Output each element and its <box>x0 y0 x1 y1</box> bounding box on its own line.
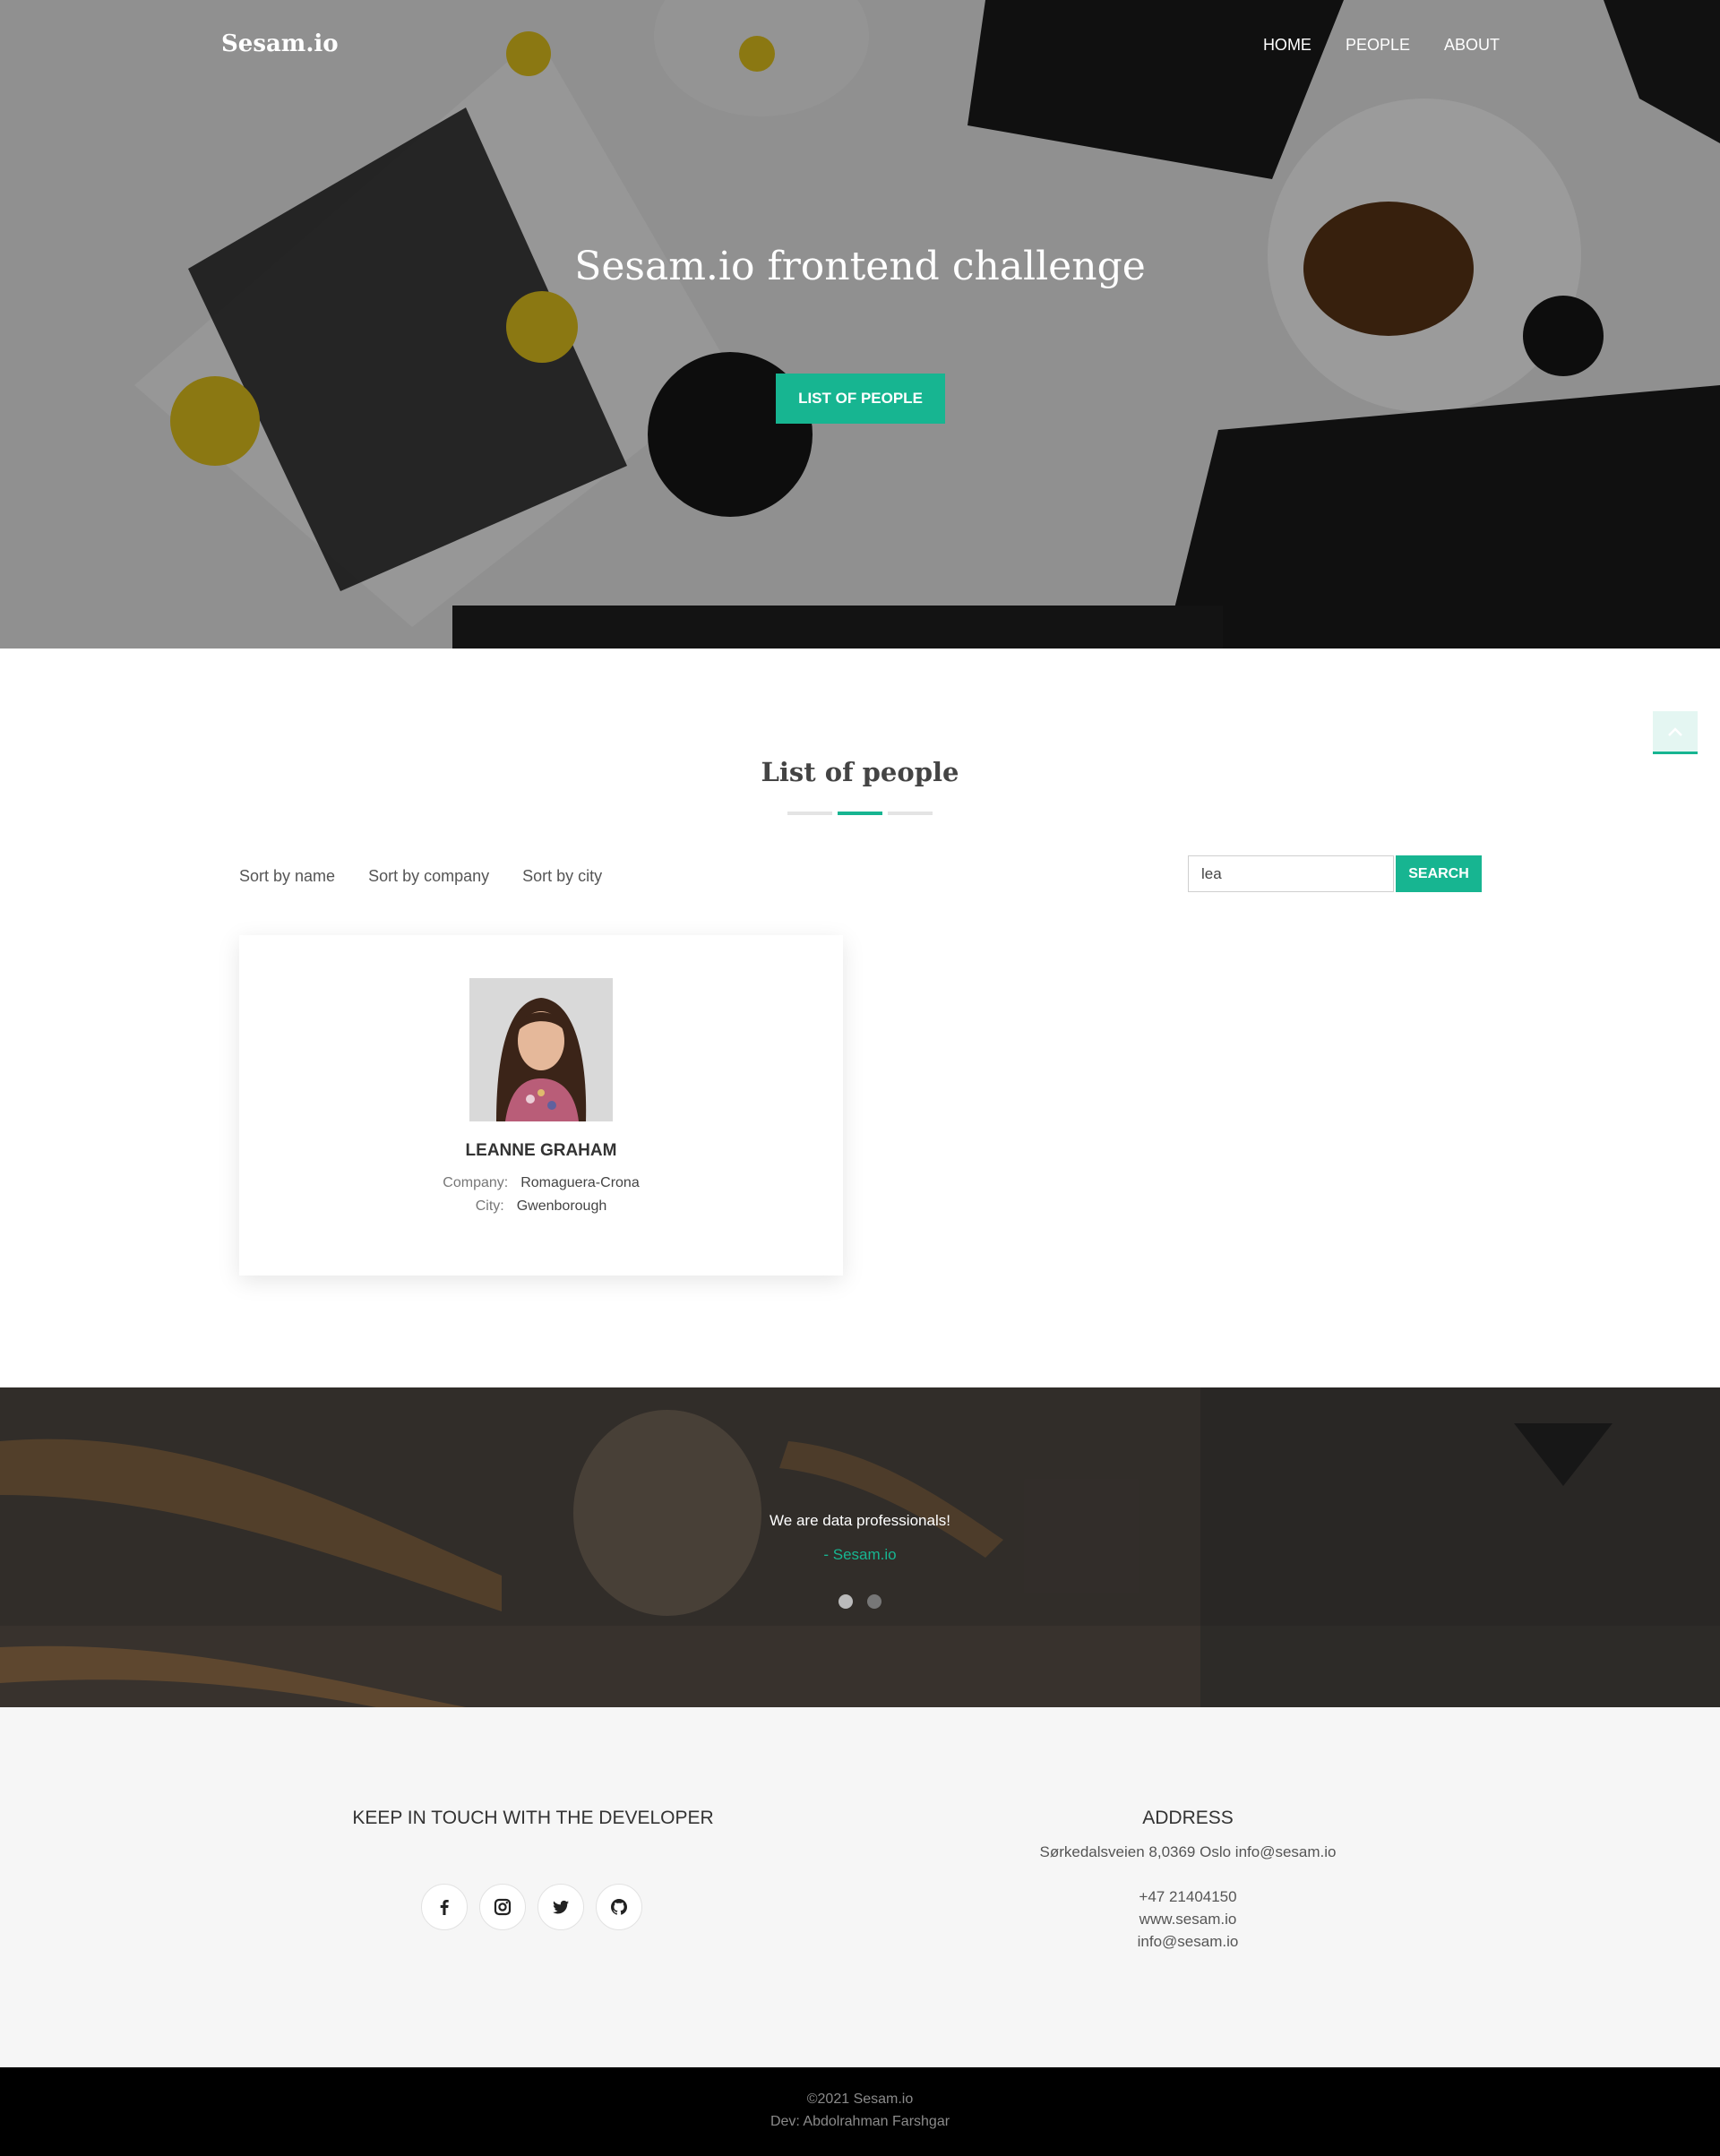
twitter-icon <box>553 1900 569 1914</box>
person-name: LEANNE GRAHAM <box>465 1141 617 1160</box>
address-line: Sørkedalsveien 8,0369 Oslo info@sesam.io <box>1039 1843 1337 1860</box>
nav-people[interactable]: PEOPLE <box>1346 36 1410 55</box>
list-of-people-button[interactable]: LIST OF PEOPLE <box>776 374 945 424</box>
carousel-dot-1[interactable] <box>838 1594 853 1609</box>
testimonial-author: - Sesam.io <box>823 1546 897 1563</box>
city-row: City: Gwenborough <box>239 1198 843 1215</box>
title-underline-right <box>888 812 933 815</box>
sort-by-company-link[interactable]: Sort by company <box>368 867 489 886</box>
city-value: Gwenborough <box>516 1198 607 1214</box>
email-link[interactable]: info@sesam.io <box>1009 1933 1367 1951</box>
social-heading: KEEP IN TOUCH WITH THE DEVELOPER <box>352 1808 714 1828</box>
footer <box>0 1707 1720 2067</box>
sort-by-city-link[interactable]: Sort by city <box>522 867 602 886</box>
city-label: City: <box>475 1198 504 1214</box>
company-value: Romaguera-Crona <box>520 1175 640 1190</box>
main-nav: HOME PEOPLE ABOUT <box>1263 36 1500 55</box>
person-card: LEANNE GRAHAM Company: Romaguera-Crona Ci… <box>239 935 843 1276</box>
scroll-to-top-button[interactable] <box>1653 711 1698 754</box>
person-avatar <box>469 978 613 1121</box>
hero-dark-overlay <box>0 0 1720 649</box>
search-button[interactable]: SEARCH <box>1396 855 1482 892</box>
nav-about[interactable]: ABOUT <box>1444 36 1500 55</box>
testimonial-quote: We are data professionals! <box>770 1512 950 1529</box>
twitter-link[interactable] <box>538 1884 584 1930</box>
copyright-bar <box>0 2067 1720 2156</box>
website-link[interactable]: www.sesam.io <box>1009 1911 1367 1928</box>
title-underline-left <box>787 812 832 815</box>
instagram-link[interactable] <box>479 1884 526 1930</box>
github-icon <box>611 1899 627 1915</box>
copyright-text: ©2021 Sesam.io <box>806 2092 914 2107</box>
instagram-icon <box>494 1898 512 1916</box>
facebook-icon <box>440 1900 449 1915</box>
band-overlay-lower <box>0 1626 1720 1707</box>
band-overlay <box>0 1387 1720 1626</box>
hero-title: Sesam.io frontend challenge <box>574 244 1146 289</box>
brand-logo[interactable]: Sesam.io <box>221 30 339 57</box>
carousel-dot-2[interactable] <box>867 1594 882 1609</box>
search-input[interactable] <box>1188 855 1394 892</box>
facebook-link[interactable] <box>421 1884 468 1930</box>
developer-credit: Dev: Abdolrahman Farshgar <box>770 2114 950 2129</box>
company-label: Company: <box>443 1175 509 1190</box>
phone-number: +47 21404150 <box>1139 1888 1237 1905</box>
title-underline-middle <box>838 812 882 815</box>
chevron-up-icon <box>1668 726 1682 736</box>
github-link[interactable] <box>596 1884 642 1930</box>
sort-options: Sort by name Sort by company Sort by cit… <box>239 867 602 886</box>
address-heading: ADDRESS <box>1142 1808 1234 1828</box>
hero-section <box>0 0 1720 649</box>
company-row: Company: Romaguera-Crona <box>239 1175 843 1191</box>
section-title: List of people <box>761 757 959 787</box>
nav-home[interactable]: HOME <box>1263 36 1312 55</box>
sort-by-name-link[interactable]: Sort by name <box>239 867 335 886</box>
